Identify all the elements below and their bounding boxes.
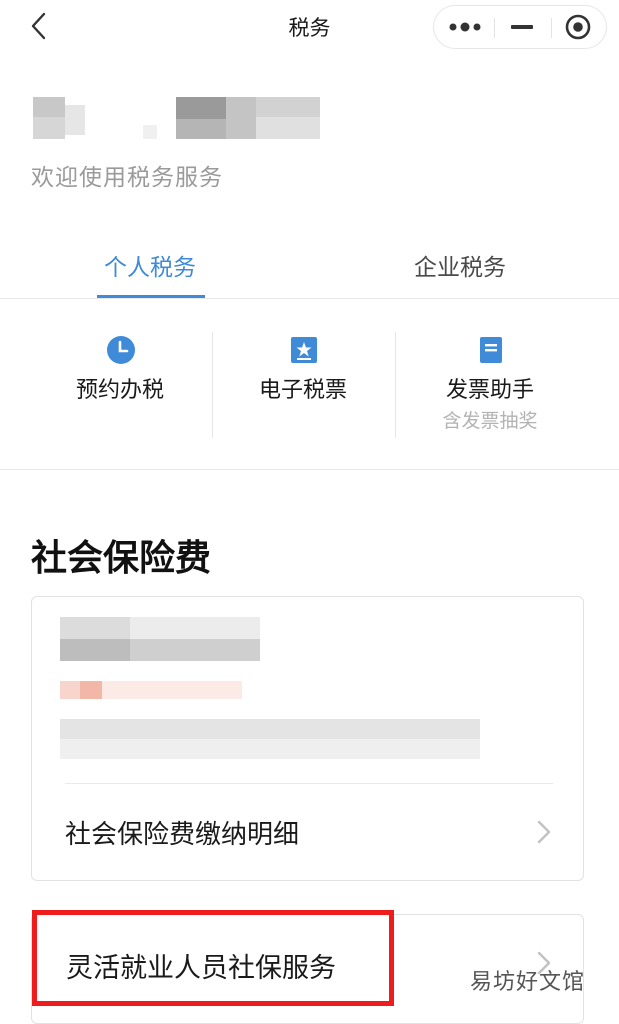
shortcut-divider xyxy=(395,332,396,438)
shortcut-invoice-assistant[interactable]: 发票助手 含发票抽奖 xyxy=(400,330,580,440)
chevron-right-icon xyxy=(537,820,551,844)
shortcut-appointment[interactable]: 预约办税 xyxy=(30,330,210,440)
more-dots-icon xyxy=(449,22,480,32)
tabs-divider xyxy=(0,298,619,299)
redacted-username xyxy=(33,95,323,145)
tab-personal-tax[interactable]: 个人税务 xyxy=(104,248,196,282)
welcome-message: 欢迎使用税务服务 xyxy=(31,165,223,191)
ticket-star-icon xyxy=(291,337,317,363)
flexible-employment-service-label: 灵活就业人员社保服务 xyxy=(66,953,336,984)
social-insurance-card: 社会保险费缴纳明细 xyxy=(31,596,584,881)
minimize-button[interactable] xyxy=(493,6,550,48)
tab-business-tax[interactable]: 企业税务 xyxy=(414,248,506,282)
shortcut-label: 电子税票 xyxy=(258,378,347,403)
document-icon xyxy=(480,337,502,363)
close-button[interactable] xyxy=(549,6,606,48)
minimize-icon xyxy=(510,25,533,29)
more-button[interactable] xyxy=(436,6,493,48)
mini-program-capsule xyxy=(433,5,607,49)
shortcut-sublabel: 含发票抽奖 xyxy=(442,410,538,432)
watermark: 易坊好文馆 xyxy=(470,970,586,995)
target-circle-icon xyxy=(565,14,590,40)
clock-icon xyxy=(107,336,135,364)
section-title-social-insurance: 社会保险费 xyxy=(31,538,212,579)
shortcut-label: 预约办税 xyxy=(75,378,164,403)
section-divider xyxy=(0,469,619,470)
social-insurance-detail-label: 社会保险费缴纳明细 xyxy=(65,820,300,850)
shortcut-label: 发票助手 xyxy=(445,378,534,403)
social-insurance-detail-row[interactable]: 社会保险费缴纳明细 xyxy=(32,784,583,880)
shortcut-e-tax-ticket[interactable]: 电子税票 xyxy=(213,330,393,440)
